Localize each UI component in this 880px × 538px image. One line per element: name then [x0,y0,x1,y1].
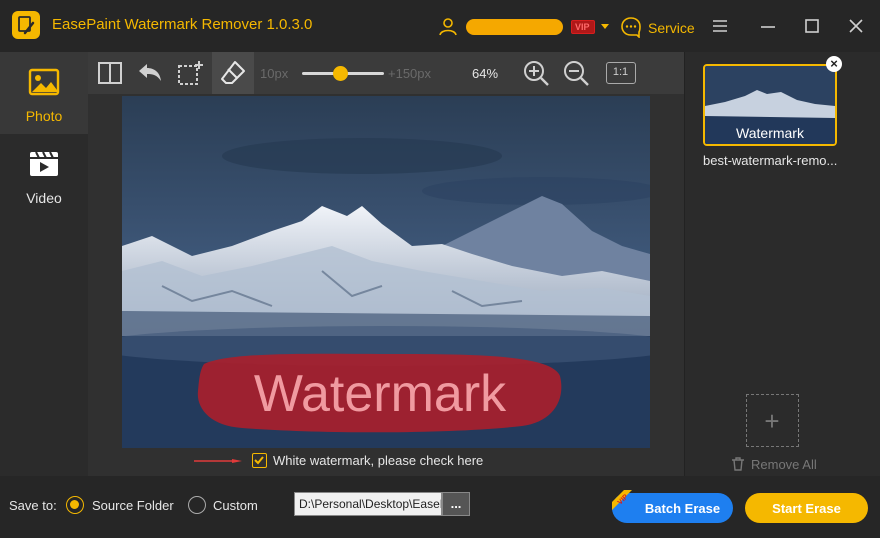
remove-all-button[interactable]: Remove All [731,456,831,474]
service-link[interactable]: Service [648,20,695,36]
service-chat-icon[interactable] [620,16,642,38]
remove-file-button[interactable]: × [826,56,842,72]
file-list-panel: Watermark × best-watermark-remo... + Rem… [684,52,880,476]
brush-size-slider-handle[interactable] [333,66,349,81]
output-path-field[interactable]: D:\Personal\Desktop\EasePaint [294,492,442,516]
close-icon[interactable] [846,16,866,36]
minimize-icon[interactable] [758,16,778,36]
file-thumbnail[interactable]: Watermark [703,64,837,146]
source-folder-radio[interactable] [66,496,84,514]
zoom-in-icon[interactable] [522,59,550,87]
vip-ribbon-icon: VIP [612,490,632,510]
checkmark-icon [254,456,264,465]
photo-icon [28,68,60,96]
watermark-text: Watermark [254,365,507,423]
plus-icon: + [764,406,780,436]
zoom-out-icon[interactable] [562,59,590,87]
sidebar-item-label: Photo [25,108,63,124]
remove-all-label: Remove All [751,457,817,472]
user-account-field[interactable] [466,19,563,35]
white-watermark-checkbox[interactable] [252,453,267,468]
app-logo-icon [12,11,40,39]
save-to-label: Save to: [9,498,57,513]
add-file-button[interactable]: + [746,394,799,447]
start-erase-label: Start Erase [772,501,841,516]
custom-radio[interactable] [188,496,206,514]
sidebar-item-label: Video [26,190,62,206]
menu-icon[interactable] [710,16,730,36]
white-watermark-label[interactable]: White watermark, please check here [273,453,483,468]
app-title: EasePaint Watermark Remover 1.0.3.0 [52,16,313,33]
mode-sidebar: Photo Video [0,52,88,476]
rectangle-select-icon[interactable] [176,59,204,87]
sidebar-item-video[interactable]: Video [0,134,88,216]
canvas-area: Watermark White watermark, please check … [88,94,684,476]
title-bar: EasePaint Watermark Remover 1.0.3.0 VIP … [0,0,880,52]
undo-icon[interactable] [136,59,164,87]
split-view-icon[interactable] [96,59,124,87]
actual-size-label: 1:1 [612,66,629,78]
maximize-icon[interactable] [802,16,822,36]
zoom-level: 64% [472,66,499,81]
eraser-icon[interactable] [219,59,247,87]
thumbnail-watermark-text: Watermark [736,125,805,141]
vip-badge[interactable]: VIP [571,20,595,34]
user-icon[interactable] [438,16,458,36]
arrow-right-icon [194,459,242,463]
vip-badge-label: VIP [575,22,590,32]
source-folder-label[interactable]: Source Folder [92,498,174,513]
svg-text:VIP: VIP [617,493,630,506]
custom-label[interactable]: Custom [213,498,258,513]
sidebar-item-photo[interactable]: Photo [0,52,88,134]
file-name: best-watermark-remo... [703,153,838,168]
actual-size-button[interactable]: 1:1 [606,62,636,84]
start-erase-button[interactable]: Start Erase [745,493,868,523]
trash-icon [732,457,744,471]
close-icon: × [830,56,838,71]
brush-size-min: 10px [260,66,289,81]
chevron-down-icon[interactable] [601,24,609,29]
browse-button[interactable]: ... [442,492,470,516]
image-preview[interactable]: Watermark [122,96,650,448]
editing-toolbar: 10px +150px 64% 1:1 [88,52,684,94]
video-icon [30,151,58,176]
brush-size-max: +150px [388,66,432,81]
browse-label: ... [450,496,462,511]
bottom-bar: Save to: Source Folder Custom D:\Persona… [0,476,880,538]
